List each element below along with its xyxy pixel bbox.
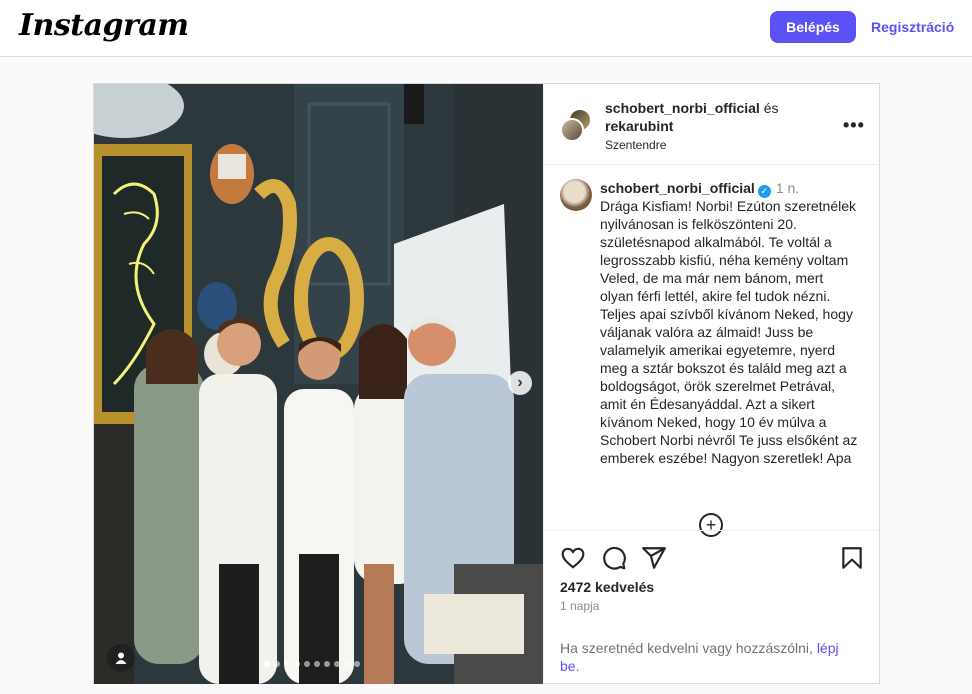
carousel-dot [324,661,330,667]
caption-text: Drága Kisfiam! Norbi! Ezúton szeretnélek… [600,198,858,466]
post-card: › schobert_norbi_official és rekarubint … [93,83,881,684]
instagram-logo[interactable]: Instagram [19,8,189,43]
signup-link[interactable]: Regisztráció [871,19,954,35]
like-count[interactable]: 2472 kedvelés [560,579,654,595]
carousel-indicator [264,661,360,667]
person-icon [115,652,127,664]
post-authors: schobert_norbi_official és rekarubint Sz… [605,99,779,154]
carousel-dot [334,661,340,667]
author-avatars[interactable] [560,108,594,142]
avatar-schobert-norbi[interactable] [560,118,584,142]
party-photo-illustration [94,84,543,684]
carousel-dot [344,661,350,667]
author-link-primary[interactable]: schobert_norbi_official [605,100,760,116]
carousel-dot [354,661,360,667]
user-tag-icon[interactable] [107,644,135,672]
post-age[interactable]: 1 napja [560,599,599,613]
carousel-dot [294,661,300,667]
next-photo-button[interactable]: › [508,371,532,395]
carousel-dot [304,661,310,667]
top-navigation-bar: Instagram Belépés Regisztráció [0,0,972,57]
post-side-panel: schobert_norbi_official és rekarubint Sz… [543,84,881,684]
login-button[interactable]: Belépés [770,11,856,43]
chevron-right-icon: › [517,374,523,391]
author-link-secondary[interactable]: rekarubint [605,118,673,134]
post-photo[interactable]: › [94,84,543,684]
heart-icon[interactable] [560,545,586,571]
caption-header: schobert_norbi_official ✓ 1 n. [600,179,799,198]
more-options-icon[interactable]: ••• [843,115,865,136]
caption-time[interactable]: 1 n. [776,180,799,196]
login-prompt-end: . [575,658,580,674]
carousel-dot [264,661,270,667]
login-prompt-text: Ha szeretnéd kedvelni vagy hozzászólni, [560,640,813,656]
login-prompt: Ha szeretnéd kedvelni vagy hozzászólni, … [560,639,860,675]
post-caption: schobert_norbi_official ✓ 1 n. Drága Kisfi… [560,179,870,519]
author-conjunction: és [763,100,779,116]
carousel-dot [314,661,320,667]
share-icon[interactable] [641,545,667,571]
caption-author-link[interactable]: schobert_norbi_official [600,180,755,196]
post-actions: 2472 kedvelés 1 napja Ha szeretnéd kedve… [544,530,881,684]
comment-icon[interactable] [601,545,627,571]
carousel-dot [274,661,280,667]
post-location[interactable]: Szentendre [605,136,779,154]
caption-author-avatar[interactable] [560,179,592,211]
carousel-dot [284,661,290,667]
post-header: schobert_norbi_official és rekarubint Sz… [544,84,881,165]
bookmark-icon[interactable] [839,545,865,571]
